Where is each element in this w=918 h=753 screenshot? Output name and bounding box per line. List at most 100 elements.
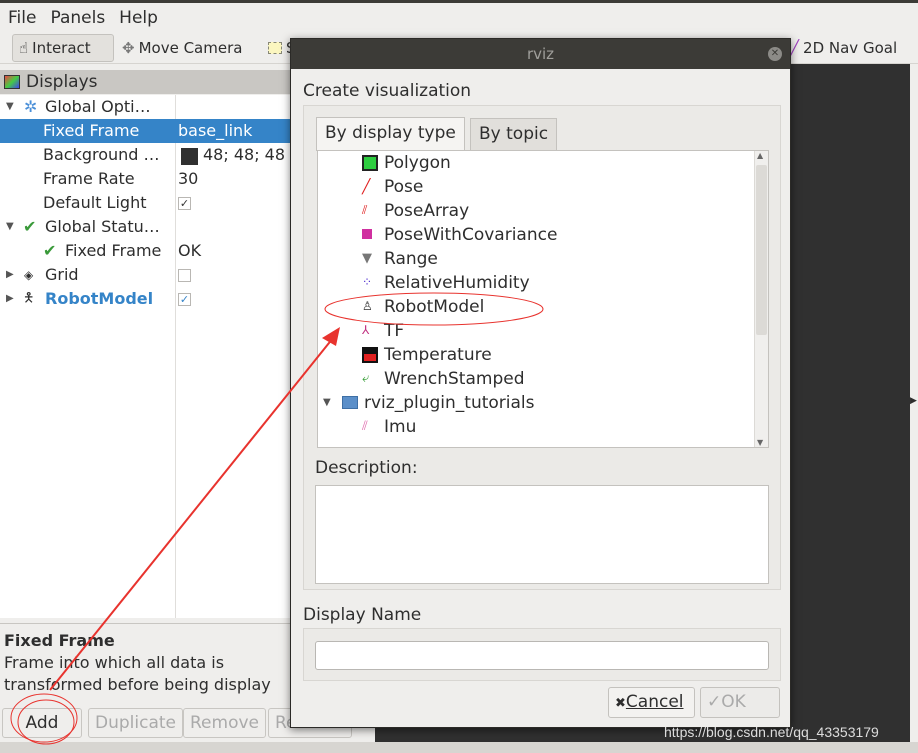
grid-icon: ◈ — [24, 268, 34, 282]
tree-row-robotmodel[interactable]: ▶ 🯅 RobotModel ✓ — [0, 287, 290, 311]
displays-tree: ▼ ✲ Global Opti… Fixed Frame base_link Back… — [0, 95, 290, 618]
tree-row-fixed-frame[interactable]: Fixed Frame base_link — [0, 119, 290, 143]
tree-row-frame-rate[interactable]: Frame Rate 30 — [0, 167, 290, 191]
help-title: Fixed Frame — [4, 631, 115, 650]
display-name-label: Display Name — [303, 605, 422, 625]
robotmodel-checkbox[interactable]: ✓ — [178, 293, 191, 306]
row-key: Background … — [43, 145, 160, 164]
row-key: Global Opti… — [45, 97, 151, 116]
display-type-list[interactable]: Polygon ╱ Pose ⫽ PoseArray PoseWithCovar… — [317, 150, 769, 448]
cancel-button[interactable]: ✖Cancel — [608, 687, 695, 718]
list-item-wrenchstamped[interactable]: WrenchStamped — [384, 367, 525, 391]
menu-help[interactable]: Help — [119, 8, 158, 28]
row-value[interactable]: base_link — [178, 119, 252, 143]
tab-by-topic[interactable]: By topic — [470, 118, 558, 150]
imu-icon: ⫽ — [362, 419, 368, 434]
ok-label: OK — [721, 692, 746, 712]
list-item-folder[interactable]: rviz_plugin_tutorials — [364, 391, 535, 415]
tab-by-display-type[interactable]: By display type — [316, 117, 465, 151]
displays-panel: Displays ▼ ✲ Global Opti… Fixed Frame base_… — [0, 68, 352, 753]
list-item-polygon[interactable]: Polygon — [384, 151, 451, 175]
cancel-icon: ✖ — [615, 696, 626, 711]
description-label: Description: — [315, 458, 418, 478]
duplicate-button[interactable]: Duplicate — [88, 708, 183, 738]
right-panel-handle[interactable]: ▶ — [910, 64, 918, 742]
hand-icon: ☝ — [19, 39, 29, 57]
cancel-label: Cancel — [625, 692, 684, 712]
displays-title: Displays — [26, 72, 98, 92]
menu-panels[interactable]: Panels — [50, 8, 105, 28]
watermark: https://blog.csdn.net/qq_43353179 — [664, 724, 879, 740]
tree-row-background[interactable]: Background … 48; 48; 48 — [0, 143, 290, 167]
create-visualization-heading: Create visualization — [303, 81, 472, 101]
nav-goal-label: 2D Nav Goal — [803, 39, 898, 57]
list-item-range[interactable]: Range — [384, 247, 438, 271]
interact-label: Interact — [32, 39, 91, 57]
row-key: Fixed Frame — [43, 121, 140, 140]
display-name-input[interactable] — [315, 641, 769, 670]
arrow-icon: ╱ — [790, 39, 800, 57]
grid-checkbox[interactable] — [178, 269, 191, 282]
row-key: Grid — [45, 265, 79, 284]
color-swatch — [181, 148, 198, 165]
property-help: Fixed Frame Frame into which all data is… — [0, 623, 290, 708]
create-visualization-dialog: rviz ✕ Create visualization By display t… — [290, 38, 791, 728]
monitor-icon — [4, 75, 20, 89]
close-icon[interactable]: ✕ — [768, 47, 782, 61]
list-item-tf[interactable]: TF — [384, 319, 404, 343]
interact-tool[interactable]: ☝ Interact — [12, 34, 114, 62]
tree-row-global-options[interactable]: ▼ ✲ Global Opti… — [0, 95, 290, 119]
move-icon: ✥ — [122, 39, 135, 57]
tf-icon: ⅄ — [362, 323, 370, 337]
list-item-imu[interactable]: Imu — [384, 415, 416, 439]
robot-icon: 🯅 — [23, 291, 35, 306]
tree-row-global-status[interactable]: ▼ ✔ Global Statu… — [0, 215, 290, 239]
menu-bar: File Panels Help — [0, 3, 918, 32]
wrench-icon: ⤶ — [362, 371, 370, 386]
row-value[interactable]: 48; 48; 48 — [203, 143, 285, 167]
humidity-icon: ⁘ — [362, 275, 373, 289]
check-icon: ✔ — [23, 217, 37, 236]
tree-row-default-light[interactable]: Default Light ✓ — [0, 191, 290, 215]
nav-goal-tool[interactable]: ╱ 2D Nav Goal — [784, 34, 903, 62]
move-camera-label: Move Camera — [138, 39, 243, 57]
display-name-group — [303, 628, 781, 681]
list-scrollbar[interactable]: ▲ ▼ — [754, 151, 768, 447]
list-item-pose[interactable]: Pose — [384, 175, 423, 199]
scrollbar-thumb[interactable] — [756, 165, 767, 335]
list-item-posewithcovariance[interactable]: PoseWithCovariance — [384, 223, 557, 247]
robot-icon: ♙ — [362, 299, 373, 313]
default-light-checkbox[interactable]: ✓ — [178, 197, 191, 210]
ok-button[interactable]: ✓OK — [700, 687, 780, 718]
row-key: Fixed Frame — [65, 241, 162, 260]
folder-icon — [342, 396, 358, 409]
move-camera-tool[interactable]: ✥ Move Camera — [116, 34, 248, 62]
polygon-icon — [362, 155, 378, 171]
dialog-titlebar: rviz — [291, 39, 790, 69]
expand-arrow-icon[interactable]: ▼ — [323, 397, 331, 408]
list-item-temperature[interactable]: Temperature — [384, 343, 492, 367]
tree-row-grid[interactable]: ▶ ◈ Grid — [0, 263, 290, 287]
row-key: RobotModel — [45, 289, 154, 308]
temperature-icon — [362, 347, 378, 363]
list-item-relativehumidity[interactable]: RelativeHumidity — [384, 271, 530, 295]
help-text: Frame into which all data is transformed… — [4, 653, 271, 694]
displays-header: Displays — [0, 70, 290, 94]
row-value[interactable]: 30 — [178, 167, 198, 191]
list-item-posearray[interactable]: PoseArray — [384, 199, 469, 223]
check-icon: ✓ — [707, 692, 722, 712]
row-value: OK — [178, 241, 202, 260]
gear-icon: ✲ — [24, 97, 38, 116]
row-key: Frame Rate — [43, 169, 135, 188]
remove-button[interactable]: Remove — [183, 708, 266, 738]
posearray-icon: ⫽ — [362, 203, 368, 217]
select-icon — [268, 42, 282, 54]
tree-row-fixed-frame-status[interactable]: ✔ Fixed Frame OK — [0, 239, 290, 263]
pose-icon: ╱ — [362, 179, 371, 195]
description-box — [315, 485, 769, 584]
menu-file[interactable]: File — [8, 8, 36, 28]
row-key: Global Statu… — [45, 217, 160, 236]
list-item-robotmodel[interactable]: RobotModel — [384, 295, 484, 319]
range-icon: ▼ — [362, 251, 372, 266]
add-button[interactable]: Add — [2, 708, 82, 738]
